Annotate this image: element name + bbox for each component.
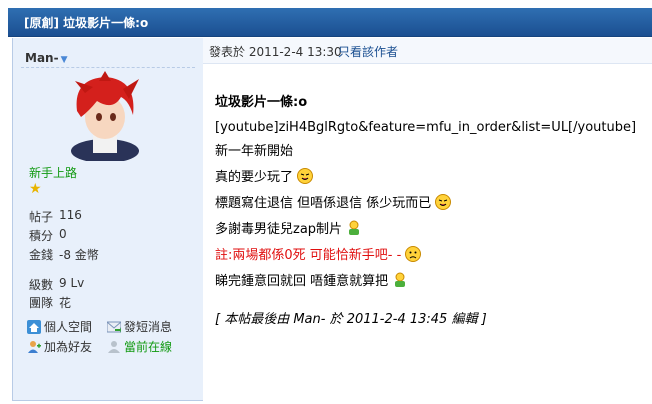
online-status: 當前在線 [107, 338, 172, 355]
post-line: 標題寫住退信 但唔係退信 係少玩而已 [215, 192, 452, 211]
post-line: 真的要少玩了 [215, 166, 314, 185]
post-title: 垃圾影片一條:o [215, 95, 308, 110]
stat-team: 團隊花 [29, 296, 72, 310]
post-line: 多謝毒男徒兒zap制片 [215, 218, 362, 237]
stat-posts: 帖子 116 [29, 208, 82, 224]
thread-title-bar: [原創] 垃圾影片一條:o [8, 8, 652, 37]
thumbs-up-icon [349, 220, 360, 235]
smiley-icon [297, 168, 314, 184]
send-message-link[interactable]: 發短消息 [107, 318, 172, 335]
user-rank: 新手上路 [29, 166, 78, 180]
online-user-icon [108, 341, 120, 353]
post-meta-bar: 發表於 2011-2-4 13:30 只看該作者 [203, 38, 652, 64]
post-line: [youtube]ziH4BglRgto&feature=mfu_in_orde… [215, 120, 637, 135]
stat-level: 級數 9 Lv [29, 276, 85, 292]
stat-points: 積分 0 [29, 227, 67, 243]
thread-title: [原創] 垃圾影片一條:o [24, 16, 149, 30]
star-icon: ★ [29, 181, 42, 197]
edit-note: [ 本帖最後由 Man- 於 2011-2-4 13:45 編輯 ] [215, 312, 487, 327]
profile-link[interactable]: 個人空間 [27, 318, 92, 335]
user-sidebar: Man- ▼ 新手上路 ★ 帖子 116 積分 0 金錢 -8 金幣 級數 9 Lv 團隊… [12, 38, 204, 401]
post-line: 睇完鍾意回就回 唔鍾意就算把 [215, 270, 408, 289]
only-author-link[interactable]: 只看該作者 [338, 43, 398, 60]
post-date: 發表於 2011-2-4 13:30 [209, 45, 342, 59]
smiley-icon [435, 194, 452, 210]
sad-icon [405, 246, 422, 262]
home-icon [27, 320, 41, 334]
stat-money: 金錢 -8 金幣 [29, 248, 99, 262]
thumbs-up-icon [395, 272, 406, 287]
avatar [71, 71, 139, 161]
post-note: 註:兩場都係0死 可能恰新手吧- - [215, 244, 422, 263]
username[interactable]: Man- ▼ [25, 51, 67, 65]
post-line: 新一年新開始 [215, 144, 294, 159]
message-icon [107, 321, 121, 333]
divider [21, 67, 195, 68]
dropdown-caret-icon[interactable]: ▼ [61, 55, 68, 65]
post-area: 發表於 2011-2-4 13:30 只看該作者 垃圾影片一條:o [youtu… [203, 38, 652, 404]
add-friend-icon [28, 341, 41, 353]
add-friend-link[interactable]: 加為好友 [27, 338, 92, 355]
